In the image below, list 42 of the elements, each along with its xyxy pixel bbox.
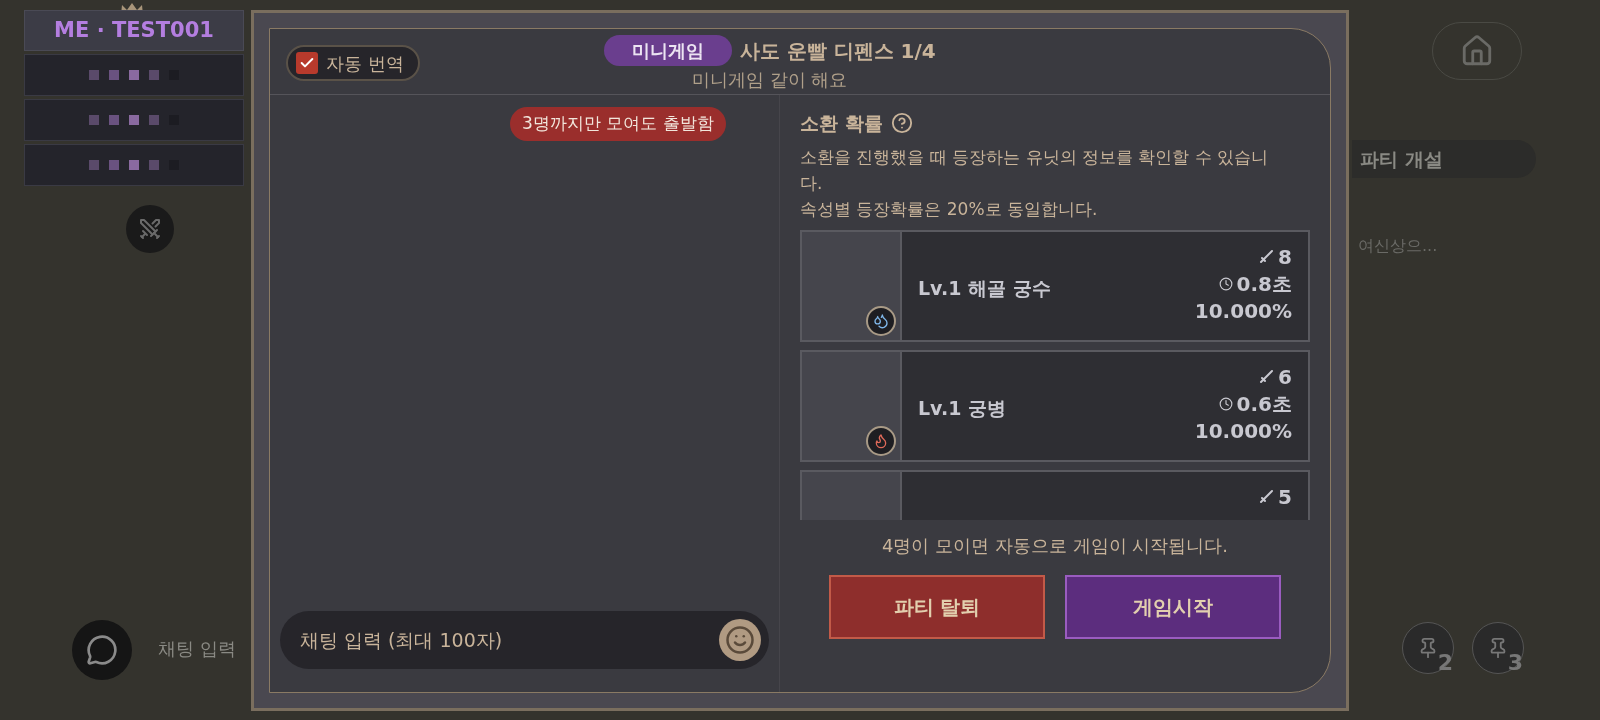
attack-value: 6: [1278, 363, 1292, 391]
home-icon: [1460, 34, 1494, 68]
dialog-subtitle: 미니게임 같이 해요: [692, 68, 848, 92]
create-party-button[interactable]: 파티 개설: [1352, 140, 1536, 178]
notice-bubble: 3명까지만 모여도 출발함: [510, 107, 726, 141]
leave-party-button[interactable]: 파티 탈퇴: [829, 574, 1045, 639]
emoji-button[interactable]: [719, 619, 761, 661]
summon-description: 소환을 진행했을 때 등장하는 유닛의 정보를 확인할 수 있습니다.: [800, 145, 1270, 195]
attack-value: 8: [1278, 243, 1292, 271]
unit-name: Lv.1 해골 궁수: [918, 275, 1051, 301]
quest-text: 여신상으...: [1358, 235, 1438, 257]
auto-start-note: 4명이 모이면 자동으로 게임이 시작됩니다.: [881, 533, 1229, 558]
sword-icon: [1258, 489, 1275, 505]
empty-party-slot[interactable]: [24, 144, 244, 186]
sword-icon: [1258, 369, 1275, 385]
summon-rate: 10.000%: [1194, 297, 1292, 325]
help-icon[interactable]: [890, 112, 913, 135]
start-game-button[interactable]: 게임시작: [1065, 574, 1281, 639]
summon-rate: 10.000%: [1194, 417, 1292, 445]
party-leader-slot[interactable]: ME · TEST001: [24, 10, 244, 51]
empty-party-slot[interactable]: [24, 54, 244, 96]
fire-element-icon: [866, 425, 896, 456]
speech-bubble-icon: [86, 634, 118, 666]
clock-icon: [1218, 277, 1233, 291]
smiley-icon: [725, 625, 755, 655]
sword-icon: [1258, 249, 1275, 265]
minigame-badge: 미니게임: [603, 35, 732, 66]
clock-icon: [1218, 397, 1233, 411]
auto-translate-checkbox[interactable]: 자동 번역: [286, 45, 420, 81]
attack-value: 5: [1278, 483, 1292, 511]
cooldown-value: 0.6초: [1236, 390, 1292, 418]
cooldown-value: 0.8초: [1236, 270, 1292, 298]
water-element-icon: [866, 305, 896, 336]
chat-bar[interactable]: 채팅 입력 (최대 100자): [280, 611, 769, 669]
dialog-title: 사도 운빨 디펜스 1/4: [739, 37, 936, 65]
summon-note: 속성별 등장확률은 20%로 동일합니다.: [800, 197, 1099, 221]
unit-name: Lv.1 궁병: [918, 395, 1006, 421]
crossed-swords-icon: [138, 217, 162, 241]
chat-hint-text: 채팅 입력: [158, 637, 236, 661]
empty-party-slot[interactable]: [24, 99, 244, 141]
section-heading: 소환 확률: [800, 111, 883, 136]
chat-input-field[interactable]: 채팅 입력 (최대 100자): [300, 625, 719, 655]
